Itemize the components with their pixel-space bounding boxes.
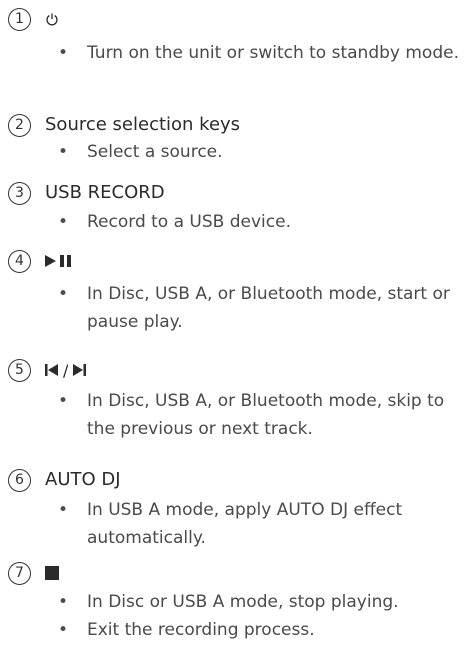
bullet-list: Turn on the unit or switch to standby mo… xyxy=(8,39,465,67)
bullet-item: Exit the recording process. xyxy=(8,616,465,644)
bullet-list: In Disc or USB A mode, stop playing. Exi… xyxy=(8,588,465,644)
item-header: 5 / xyxy=(8,357,465,383)
stop-icon xyxy=(45,566,59,580)
item-number: 6 xyxy=(8,468,31,492)
item-number: 3 xyxy=(8,181,31,205)
item-number: 4 xyxy=(8,249,31,273)
item-header: 3 USB RECORD xyxy=(8,180,465,206)
next-icon xyxy=(72,364,87,376)
icon-separator: / xyxy=(63,360,69,380)
page: 1 Turn on the unit or switch to standby … xyxy=(0,0,469,651)
item-header: 7 xyxy=(8,560,465,586)
bullet-item: Select a source. xyxy=(8,138,465,166)
item-header: 1 xyxy=(8,6,465,32)
item-stop: 7 In Disc or USB A mode, stop playing. E… xyxy=(8,560,465,644)
item-number: 7 xyxy=(8,561,31,585)
previous-icon xyxy=(45,364,59,376)
play-pause-icon xyxy=(45,255,75,267)
power-icon xyxy=(45,12,59,27)
bullet-list: In Disc, USB A, or Bluetooth mode, start… xyxy=(8,280,465,336)
bullet-item: In Disc or USB A mode, stop playing. xyxy=(8,588,465,616)
item-title: Source selection keys xyxy=(45,114,241,135)
bullet-item: In Disc, USB A, or Bluetooth mode, start… xyxy=(8,280,465,336)
bullet-item: In USB A mode, apply AUTO DJ effect auto… xyxy=(8,496,465,552)
item-number: 5 xyxy=(8,358,31,382)
item-power: 1 Turn on the unit or switch to standby … xyxy=(8,6,465,67)
bullet-item: Turn on the unit or switch to standby mo… xyxy=(8,39,465,67)
item-play-pause: 4 In Disc, USB A, or Bluetooth mode, sta… xyxy=(8,248,465,336)
bullet-list: In Disc, USB A, or Bluetooth mode, skip … xyxy=(8,387,465,443)
item-title: USB RECORD xyxy=(45,182,165,203)
item-previous-next: 5 / In Disc, USB A, or Bluetooth mode, s… xyxy=(8,357,465,443)
item-source-selection-keys: 2 Source selection keys Select a source. xyxy=(8,112,465,166)
item-header: 2 Source selection keys xyxy=(8,112,465,138)
bullet-list: Record to a USB device. xyxy=(8,208,465,236)
item-auto-dj: 6 AUTO DJ In USB A mode, apply AUTO DJ e… xyxy=(8,467,465,552)
item-usb-record: 3 USB RECORD Record to a USB device. xyxy=(8,180,465,236)
bullet-list: Select a source. xyxy=(8,138,465,166)
item-header: 6 AUTO DJ xyxy=(8,467,465,493)
bullet-item: In Disc, USB A, or Bluetooth mode, skip … xyxy=(8,387,465,443)
item-number: 1 xyxy=(8,7,31,31)
bullet-list: In USB A mode, apply AUTO DJ effect auto… xyxy=(8,496,465,552)
item-title: AUTO DJ xyxy=(45,469,121,490)
item-header: 4 xyxy=(8,248,465,274)
item-number: 2 xyxy=(8,113,31,137)
bullet-item: Record to a USB device. xyxy=(8,208,465,236)
